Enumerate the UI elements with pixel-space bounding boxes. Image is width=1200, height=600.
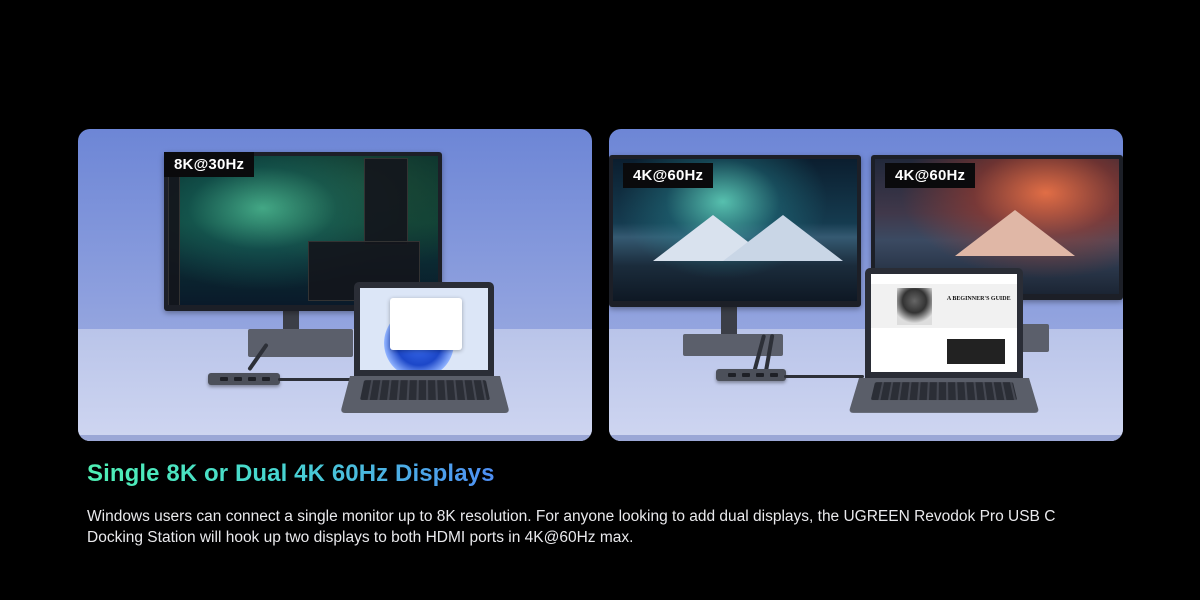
- laptop-screen-webpage: A BEGINNER'S GUIDE: [871, 274, 1017, 372]
- docking-station: [208, 373, 280, 385]
- laptop-keyboard: [848, 378, 1040, 413]
- section-heading: Single 8K or Dual 4K 60Hz Displays: [87, 460, 495, 487]
- dual-display-photo: 4K@60Hz 4K@60Hz A BEGINNER'S GUIDE: [609, 129, 1123, 441]
- monitor-4k-left: 4K@60Hz: [609, 155, 861, 307]
- display-settings-window: [390, 298, 462, 350]
- laptop-screen-windows: [360, 288, 488, 370]
- resolution-label-8k: 8K@30Hz: [164, 152, 255, 177]
- laptop-webpage: A BEGINNER'S GUIDE: [865, 268, 1023, 378]
- docking-station: [716, 369, 786, 381]
- section-description: Windows users can connect a single monit…: [87, 508, 1056, 546]
- resolution-label-4k-right: 4K@60Hz: [885, 163, 976, 188]
- resolution-label-4k-left: 4K@60Hz: [623, 163, 714, 188]
- photographer-portrait: [897, 287, 933, 325]
- editor-toolbar: [168, 156, 180, 305]
- editor-side-panel: [364, 158, 408, 245]
- photography-guide-page: A BEGINNER'S GUIDE: [871, 274, 1017, 372]
- laptop-windows: [354, 282, 494, 376]
- usb-c-cable: [784, 375, 864, 378]
- guide-headline: A BEGINNER'S GUIDE: [946, 295, 1011, 302]
- article-thumbnail: [946, 338, 1006, 365]
- single-display-photo: 8K@30Hz: [78, 129, 592, 441]
- usb-c-cable: [278, 378, 358, 381]
- laptop-keyboard: [340, 376, 510, 414]
